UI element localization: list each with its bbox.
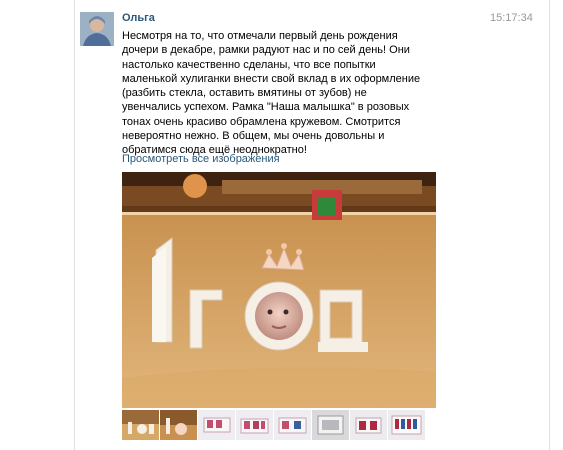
content-right-border bbox=[549, 0, 550, 450]
view-all-images-link[interactable]: Просмотреть все изображения bbox=[122, 153, 280, 165]
avatar[interactable] bbox=[80, 12, 114, 46]
thumb-1-god-pink-icon bbox=[160, 410, 197, 440]
thumb-1-god-wood-icon bbox=[122, 410, 159, 440]
thumbnail[interactable] bbox=[274, 410, 311, 440]
post-timestamp: 15:17:34 bbox=[490, 12, 533, 24]
thumb-frame-pink-2-icon bbox=[236, 410, 273, 440]
author-name[interactable]: Ольга bbox=[122, 12, 155, 24]
thumbnail[interactable] bbox=[198, 410, 235, 440]
avatar-photo-icon bbox=[80, 12, 114, 46]
content-left-border bbox=[74, 0, 75, 450]
thumbnail[interactable] bbox=[122, 410, 159, 440]
photo-1-god-frame-icon bbox=[122, 172, 436, 408]
thumbnail[interactable] bbox=[388, 410, 425, 440]
thumbnail[interactable] bbox=[236, 410, 273, 440]
thumb-frame-pink-icon bbox=[198, 410, 235, 440]
thumbnail[interactable] bbox=[350, 410, 387, 440]
thumb-frame-letters-icon bbox=[388, 410, 425, 440]
thumbnail[interactable] bbox=[312, 410, 349, 440]
thumb-frame-red-icon bbox=[350, 410, 387, 440]
review-text: Несмотря на то, что отмечали первый день… bbox=[122, 30, 421, 157]
thumb-frame-pink-3-icon bbox=[274, 410, 311, 440]
main-photo[interactable] bbox=[122, 172, 436, 408]
thumbnail[interactable] bbox=[160, 410, 197, 440]
thumb-frame-white-icon bbox=[312, 410, 349, 440]
